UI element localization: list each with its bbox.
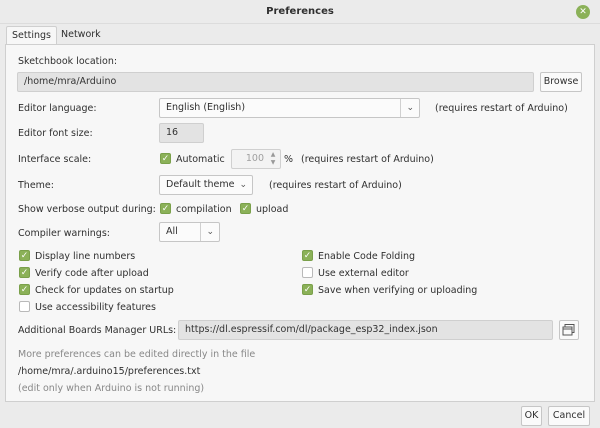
close-icon[interactable]: ✕ — [576, 5, 590, 19]
font-size-label: Editor font size: — [18, 128, 93, 139]
tab-settings[interactable]: Settings — [6, 26, 57, 45]
verify-after-upload-label: Verify code after upload — [35, 268, 149, 279]
boards-manager-urls-field[interactable]: https://dl.espressif.com/dl/package_esp3… — [178, 320, 553, 340]
verbose-compilation-label: compilation — [176, 204, 232, 215]
interface-scale-note: (requires restart of Arduino) — [301, 154, 434, 165]
font-size-field[interactable]: 16 — [159, 123, 204, 143]
check-updates-checkbox[interactable]: ✓ — [19, 284, 30, 295]
interface-scale-value: 100 — [245, 153, 264, 164]
tab-network[interactable]: Network — [56, 26, 106, 45]
boards-urls-editor-button[interactable] — [559, 320, 579, 340]
interface-scale-label: Interface scale: — [18, 154, 92, 165]
automatic-scale-label: Automatic — [176, 154, 225, 165]
theme-note: (requires restart of Arduino) — [269, 180, 402, 191]
interface-scale-stepper[interactable]: 100 ▲ ▼ — [231, 149, 281, 169]
cancel-button[interactable]: Cancel — [548, 406, 590, 426]
preferences-file-path: /home/mra/.arduino15/preferences.txt — [18, 366, 201, 377]
sketchbook-location-field[interactable]: /home/mra/Arduino — [17, 72, 534, 92]
accessibility-checkbox[interactable] — [19, 301, 30, 312]
browse-button[interactable]: Browse — [540, 72, 582, 92]
save-when-verifying-checkbox[interactable]: ✓ — [302, 284, 313, 295]
automatic-scale-checkbox[interactable]: ✓ — [160, 153, 171, 164]
external-editor-checkbox[interactable] — [302, 267, 313, 278]
info-line-1: More preferences can be edited directly … — [18, 349, 256, 360]
verbose-label: Show verbose output during: — [18, 204, 156, 215]
editor-language-note: (requires restart of Arduino) — [435, 103, 568, 114]
verbose-compilation-checkbox[interactable]: ✓ — [160, 203, 171, 214]
theme-label: Theme: — [18, 180, 54, 191]
window-list-icon — [562, 324, 575, 336]
info-line-3: (edit only when Arduino is not running) — [18, 383, 205, 394]
verbose-upload-label: upload — [256, 204, 289, 215]
theme-value: Default theme — [166, 179, 235, 190]
external-editor-label: Use external editor — [318, 268, 409, 279]
code-folding-label: Enable Code Folding — [318, 251, 416, 262]
compiler-warnings-value: All — [166, 226, 178, 237]
window-title: Preferences — [266, 6, 334, 17]
code-folding-checkbox[interactable]: ✓ — [302, 250, 313, 261]
display-line-numbers-label: Display line numbers — [35, 251, 136, 262]
interface-scale-unit: % — [284, 154, 294, 165]
ok-button[interactable]: OK — [521, 406, 542, 426]
stepper-arrows-icon[interactable]: ▲ ▼ — [268, 151, 278, 167]
compiler-warnings-select[interactable]: All ⌄ — [159, 222, 220, 242]
editor-language-label: Editor language: — [18, 103, 97, 114]
boards-manager-label: Additional Boards Manager URLs: — [18, 325, 177, 336]
accessibility-label: Use accessibility features — [35, 302, 156, 313]
theme-select[interactable]: Default theme ⌄ — [159, 175, 253, 195]
chevron-down-icon: ⌄ — [239, 180, 247, 190]
verbose-upload-checkbox[interactable]: ✓ — [240, 203, 251, 214]
check-updates-label: Check for updates on startup — [35, 285, 174, 296]
editor-language-select[interactable]: English (English) ⌄ — [159, 98, 420, 118]
editor-language-value: English (English) — [166, 102, 246, 113]
display-line-numbers-checkbox[interactable]: ✓ — [19, 250, 30, 261]
chevron-down-icon: ⌄ — [400, 99, 414, 117]
compiler-warnings-label: Compiler warnings: — [18, 228, 110, 239]
save-when-verifying-label: Save when verifying or uploading — [318, 285, 478, 296]
sketchbook-label: Sketchbook location: — [18, 56, 118, 67]
verify-after-upload-checkbox[interactable]: ✓ — [19, 267, 30, 278]
chevron-down-icon: ⌄ — [200, 223, 214, 241]
